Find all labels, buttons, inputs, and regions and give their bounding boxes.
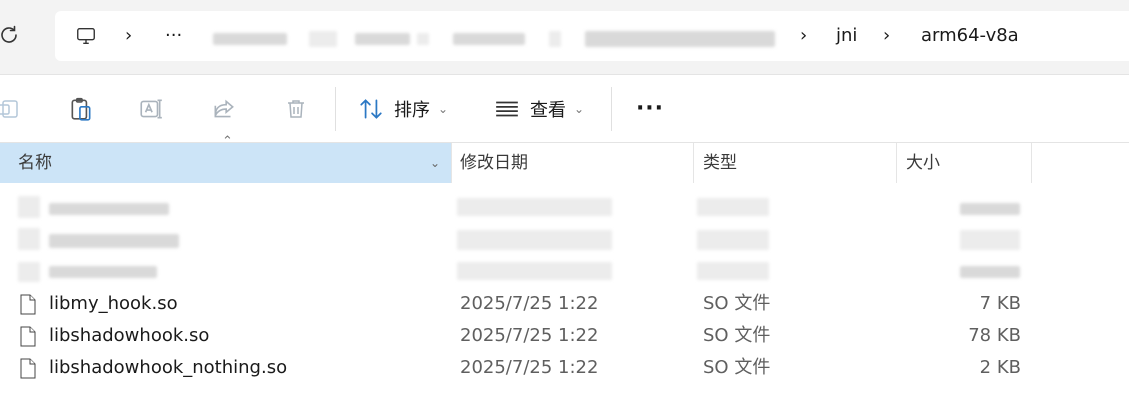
file-size: 7 KB [979, 293, 1021, 314]
file-icon [20, 326, 36, 352]
sort-ascending-icon: ⌃ [222, 134, 233, 149]
breadcrumb-item[interactable]: jni [836, 11, 857, 61]
breadcrumb-item[interactable]: arm64-v8a [921, 11, 1019, 61]
file-row[interactable]: libshadowhook.so 2025/7/25 1:22 SO 文件 78… [0, 320, 1129, 352]
column-divider[interactable] [896, 143, 897, 183]
sort-button[interactable]: 排序 ⌄ [358, 75, 458, 142]
obscured-breadcrumb [355, 33, 410, 45]
chevron-down-icon: ⌄ [574, 101, 585, 116]
column-header-type[interactable]: 类型 [703, 143, 737, 183]
column-divider[interactable] [693, 143, 694, 183]
computer-icon[interactable] [73, 11, 99, 61]
more-options-button[interactable]: ··· [630, 75, 670, 142]
sort-label: 排序 [394, 99, 430, 121]
file-row[interactable]: libmy_hook.so 2025/7/25 1:22 SO 文件 7 KB [0, 288, 1129, 320]
column-header-name[interactable]: 名称 [0, 143, 451, 183]
view-label: 查看 [530, 99, 566, 121]
column-header-date[interactable]: 修改日期 [460, 143, 528, 183]
sort-icon [360, 98, 382, 119]
column-divider[interactable] [1031, 143, 1032, 183]
chevron-right-icon[interactable]: › [800, 11, 807, 61]
column-header-size[interactable]: 大小 [906, 143, 940, 183]
obscured-breadcrumb [213, 33, 287, 45]
file-icon [20, 294, 36, 320]
address-bar[interactable]: › ··· › jni › arm64-v8a [55, 11, 1129, 61]
column-divider[interactable] [451, 143, 452, 183]
breadcrumb-overflow[interactable]: ··· [165, 11, 182, 61]
file-type: SO 文件 [703, 325, 771, 346]
file-size: 2 KB [979, 357, 1021, 378]
view-icon [496, 101, 518, 116]
chevron-right-icon[interactable]: › [125, 11, 132, 61]
chevron-down-icon: ⌄ [438, 101, 449, 116]
toolbar-separator [335, 87, 336, 131]
column-header-name-label: 名称 [18, 153, 52, 173]
file-name: libmy_hook.so [49, 293, 178, 314]
address-bar-row: › ··· › jni › arm64-v8a [0, 0, 1129, 74]
file-date: 2025/7/25 1:22 [460, 357, 599, 378]
paste-icon[interactable] [64, 75, 98, 142]
share-icon[interactable] [207, 75, 241, 142]
file-size: 78 KB [968, 325, 1021, 346]
file-date: 2025/7/25 1:22 [460, 325, 599, 346]
command-bar: 排序 ⌄ 查看 ⌄ ··· [0, 74, 1129, 143]
file-type: SO 文件 [703, 357, 771, 378]
rename-icon[interactable] [134, 75, 168, 142]
obscured-breadcrumb [585, 31, 775, 47]
refresh-icon[interactable] [0, 20, 24, 50]
obscured-breadcrumb [549, 31, 561, 47]
new-folder-icon[interactable] [0, 75, 26, 142]
chevron-right-icon[interactable]: › [883, 11, 890, 61]
file-date: 2025/7/25 1:22 [460, 293, 599, 314]
obscured-breadcrumb [453, 33, 525, 45]
file-name: libshadowhook_nothing.so [49, 357, 288, 378]
obscured-breadcrumb [417, 33, 429, 45]
file-name: libshadowhook.so [49, 325, 210, 346]
file-row[interactable]: libshadowhook_nothing.so 2025/7/25 1:22 … [0, 352, 1129, 384]
view-button[interactable]: 查看 ⌄ [494, 75, 594, 142]
file-icon [20, 358, 36, 384]
toolbar-separator [611, 87, 612, 131]
column-dropdown-icon[interactable]: ⌄ [430, 143, 440, 183]
file-type: SO 文件 [703, 293, 771, 314]
delete-icon[interactable] [279, 75, 313, 142]
obscured-breadcrumb [309, 31, 337, 47]
